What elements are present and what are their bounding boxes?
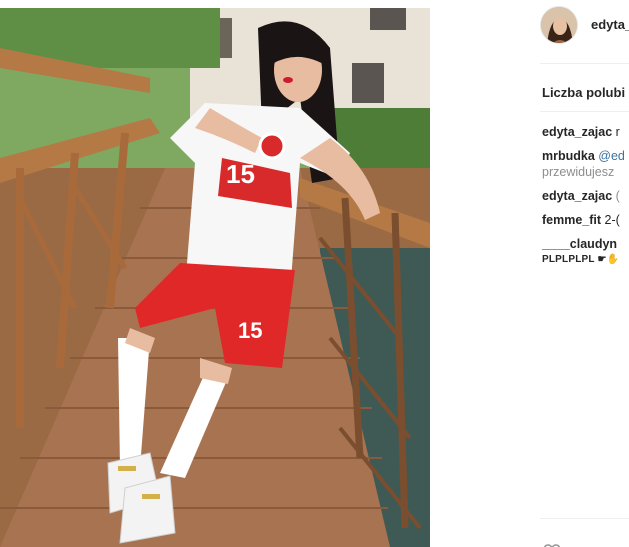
comment-text: PLPLPLPL ☛✋ [542,254,620,265]
comment-username[interactable]: edyta_zajac [542,189,612,203]
comment-item: femme_fit 2-( [542,212,629,228]
comment-mention[interactable]: @ed [598,149,625,163]
post-sidebar: edyta_ Liczba polubi edyta_zajac r mrbud… [430,0,629,547]
comment-text: przewidujesz [542,165,615,179]
likes-divider [540,111,629,112]
heart-icon[interactable] [542,540,562,547]
svg-text:15: 15 [238,318,262,343]
post-username[interactable]: edyta_ [591,17,629,32]
comment-username[interactable]: mrbudka [542,149,595,163]
comment-item: edyta_zajac r [542,124,629,140]
post-photo[interactable]: 15 15 [0,8,430,547]
likes-count[interactable]: Liczba polubi [542,85,625,100]
comments-list: edyta_zajac r mrbudka @ed przewidujesz e… [542,124,629,276]
svg-text:15: 15 [226,159,255,189]
comment-text: 2-( [604,213,620,227]
post-header: edyta_ [430,0,629,58]
footer-divider [540,518,629,519]
comment-item: edyta_zajac ( [542,188,629,204]
comment-username[interactable]: ____claudyn [542,237,617,251]
header-divider [540,63,629,64]
comment-text: r [615,125,620,139]
comment-item: ____claudyn PLPLPLPL ☛✋ [542,236,629,268]
profile-avatar[interactable] [540,6,578,44]
comment-username[interactable]: femme_fit [542,213,601,227]
comment-username[interactable]: edyta_zajac [542,125,612,139]
comment-item: mrbudka @ed przewidujesz [542,148,629,180]
comment-text: ( [615,189,620,203]
